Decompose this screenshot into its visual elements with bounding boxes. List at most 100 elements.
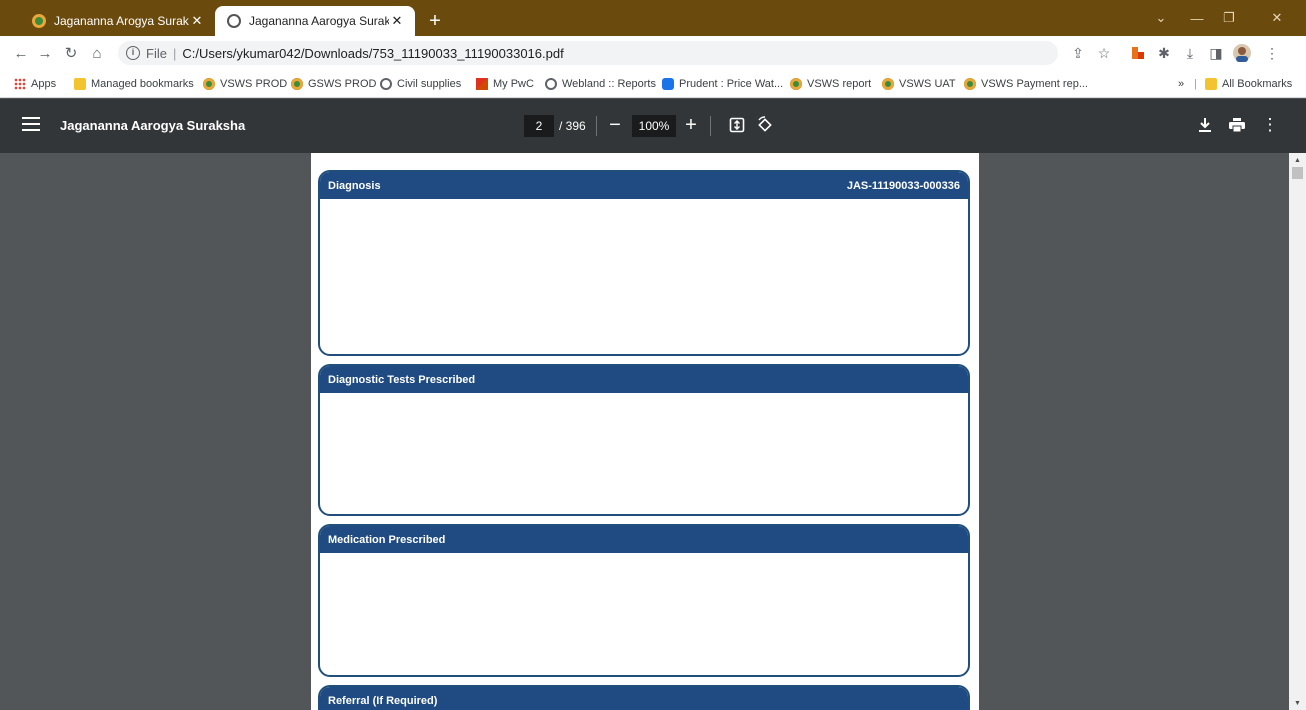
rotate-icon[interactable] bbox=[754, 114, 776, 136]
scroll-up-arrow-icon[interactable]: ▲ bbox=[1289, 153, 1306, 167]
browser-toolbar: ← → ↻ ⌂ i File | C:/Users/ykumar042/Down… bbox=[0, 36, 1306, 70]
section-referral: Referral (If Required) bbox=[318, 685, 970, 710]
folder-icon bbox=[1205, 78, 1217, 90]
vsws-icon bbox=[291, 78, 303, 90]
vertical-scrollbar[interactable]: ▲ ▼ bbox=[1289, 153, 1306, 710]
vsws-icon bbox=[790, 78, 802, 90]
tab-jagananna-aarogya[interactable]: Jagananna Aarogya Suraksha ✕ bbox=[215, 6, 415, 36]
section-title: Diagnosis bbox=[328, 179, 381, 192]
zoom-out-button[interactable]: − bbox=[604, 114, 626, 136]
bookmark-gsws-prod[interactable]: GSWS PROD bbox=[291, 75, 376, 93]
zoom-in-button[interactable]: + bbox=[680, 114, 702, 136]
vsws-icon bbox=[882, 78, 894, 90]
profile-avatar[interactable] bbox=[1232, 43, 1252, 63]
share-icon[interactable]: ⇪ bbox=[1068, 43, 1088, 63]
tab-strip: Jagananna Arogya Suraksha ✕ Jagananna Aa… bbox=[0, 0, 1306, 36]
globe-icon bbox=[545, 78, 557, 90]
tab-search-icon[interactable]: ⌄ bbox=[1146, 6, 1176, 30]
bookmarks-bar: Apps Managed bookmarks VSWS PROD GSWS PR… bbox=[0, 70, 1306, 98]
bookmark-label: Managed bookmarks bbox=[91, 78, 194, 90]
bookmark-label: Civil supplies bbox=[397, 78, 462, 90]
all-bookmarks[interactable]: All Bookmarks bbox=[1205, 75, 1292, 93]
bookmark-label: Apps bbox=[31, 78, 57, 90]
bookmark-prudent[interactable]: Prudent : Price Wat... bbox=[662, 75, 783, 93]
url-text[interactable]: C:/Users/ykumar042/Downloads/753_1119003… bbox=[182, 46, 563, 61]
bookmark-label: Prudent : Price Wat... bbox=[679, 78, 784, 90]
bookmark-webland[interactable]: Webland :: Reports bbox=[545, 75, 656, 93]
close-window-icon[interactable]: ✕ bbox=[1262, 6, 1292, 30]
downloads-icon[interactable]: ⤓ bbox=[1180, 43, 1200, 63]
extension-office-icon[interactable] bbox=[1128, 43, 1148, 63]
bookmark-vsws-report[interactable]: VSWS report bbox=[790, 75, 871, 93]
info-icon[interactable]: i bbox=[126, 46, 140, 60]
section-diagnostic-tests: Diagnostic Tests Prescribed bbox=[318, 364, 970, 516]
tab-title: Jagananna Aarogya Suraksha bbox=[249, 14, 389, 28]
bookmark-vsws-uat[interactable]: VSWS UAT bbox=[882, 75, 956, 93]
apps-icon bbox=[14, 78, 26, 90]
download-icon[interactable] bbox=[1194, 114, 1216, 136]
bookmark-label: All Bookmarks bbox=[1222, 78, 1293, 90]
section-title: Referral (If Required) bbox=[328, 694, 438, 707]
bookmark-vsws-payment[interactable]: VSWS Payment rep... bbox=[964, 75, 1088, 93]
bookmarks-overflow-button[interactable]: » bbox=[1178, 75, 1184, 93]
side-panel-icon[interactable]: ◨ bbox=[1206, 43, 1226, 63]
reload-icon[interactable]: ↻ bbox=[60, 42, 82, 64]
more-options-icon[interactable]: ⋮ bbox=[1259, 114, 1281, 136]
zoom-level-input[interactable]: 100% bbox=[632, 115, 676, 137]
section-title: Diagnostic Tests Prescribed bbox=[328, 373, 476, 386]
tab-title: Jagananna Arogya Suraksha bbox=[54, 14, 189, 28]
toolbar-divider bbox=[710, 116, 711, 136]
section-medication: Medication Prescribed bbox=[318, 524, 970, 677]
pwc-icon bbox=[476, 78, 488, 90]
bookmark-label: Webland :: Reports bbox=[562, 78, 656, 90]
globe-icon bbox=[227, 14, 241, 28]
bookmark-apps[interactable]: Apps bbox=[14, 75, 56, 93]
prudent-icon bbox=[662, 78, 674, 90]
back-arrow-icon[interactable]: ← bbox=[10, 42, 32, 64]
section-header: Diagnosis JAS-11190033-000336 bbox=[320, 172, 968, 199]
minimize-icon[interactable]: — bbox=[1182, 6, 1212, 30]
page-number-input[interactable]: 2 bbox=[524, 115, 554, 137]
toolbar-divider bbox=[596, 116, 597, 136]
bookmark-my-pwc[interactable]: My PwC bbox=[476, 75, 534, 93]
extensions-puzzle-icon[interactable]: ✱ bbox=[1154, 43, 1174, 63]
print-icon[interactable] bbox=[1226, 114, 1248, 136]
pdf-title: Jagananna Aarogya Suraksha bbox=[60, 118, 246, 133]
fit-to-page-icon[interactable] bbox=[726, 114, 748, 136]
pdf-page: Diagnosis JAS-11190033-000336 Diagnostic… bbox=[311, 153, 979, 710]
bookmark-label: VSWS PROD bbox=[220, 78, 288, 90]
case-reference: JAS-11190033-000336 bbox=[846, 179, 960, 192]
section-header: Medication Prescribed bbox=[320, 526, 968, 553]
bookmark-label: VSWS report bbox=[807, 78, 872, 90]
bookmark-label: VSWS Payment rep... bbox=[981, 78, 1088, 90]
globe-icon bbox=[380, 78, 392, 90]
page-total: / 396 bbox=[559, 119, 586, 133]
section-header: Referral (If Required) bbox=[320, 687, 968, 710]
menu-icon[interactable] bbox=[22, 117, 40, 135]
bookmarks-divider: | bbox=[1194, 78, 1197, 90]
scroll-down-arrow-icon[interactable]: ▼ bbox=[1289, 696, 1306, 710]
close-icon[interactable]: ✕ bbox=[189, 13, 205, 29]
section-diagnosis: Diagnosis JAS-11190033-000336 bbox=[318, 170, 970, 356]
url-scheme: File bbox=[146, 45, 167, 61]
pdf-toolbar: Jagananna Aarogya Suraksha 2 / 396 − 100… bbox=[0, 99, 1306, 153]
bookmark-vsws-prod[interactable]: VSWS PROD bbox=[203, 75, 287, 93]
tab-jagananna-arogya[interactable]: Jagananna Arogya Suraksha ✕ bbox=[20, 6, 215, 36]
restore-icon[interactable]: ❐ bbox=[1214, 6, 1244, 30]
scroll-thumb[interactable] bbox=[1292, 167, 1303, 179]
bookmark-star-icon[interactable]: ☆ bbox=[1094, 43, 1114, 63]
chrome-menu-icon[interactable]: ⋮ bbox=[1262, 43, 1282, 63]
forward-arrow-icon[interactable]: → bbox=[34, 42, 56, 64]
pdf-viewport[interactable]: Diagnosis JAS-11190033-000336 Diagnostic… bbox=[0, 153, 1306, 710]
bookmark-label: VSWS UAT bbox=[899, 78, 956, 90]
address-bar[interactable]: i File | C:/Users/ykumar042/Downloads/75… bbox=[118, 41, 1058, 65]
bookmark-managed[interactable]: Managed bookmarks bbox=[74, 75, 194, 93]
section-header: Diagnostic Tests Prescribed bbox=[320, 366, 968, 393]
folder-icon bbox=[74, 78, 86, 90]
bookmark-civil-supplies[interactable]: Civil supplies bbox=[380, 75, 461, 93]
vsws-favicon-icon bbox=[32, 14, 46, 28]
vsws-icon bbox=[203, 78, 215, 90]
home-icon[interactable]: ⌂ bbox=[86, 42, 108, 64]
new-tab-button[interactable]: + bbox=[422, 8, 448, 34]
close-icon[interactable]: ✕ bbox=[389, 13, 405, 29]
